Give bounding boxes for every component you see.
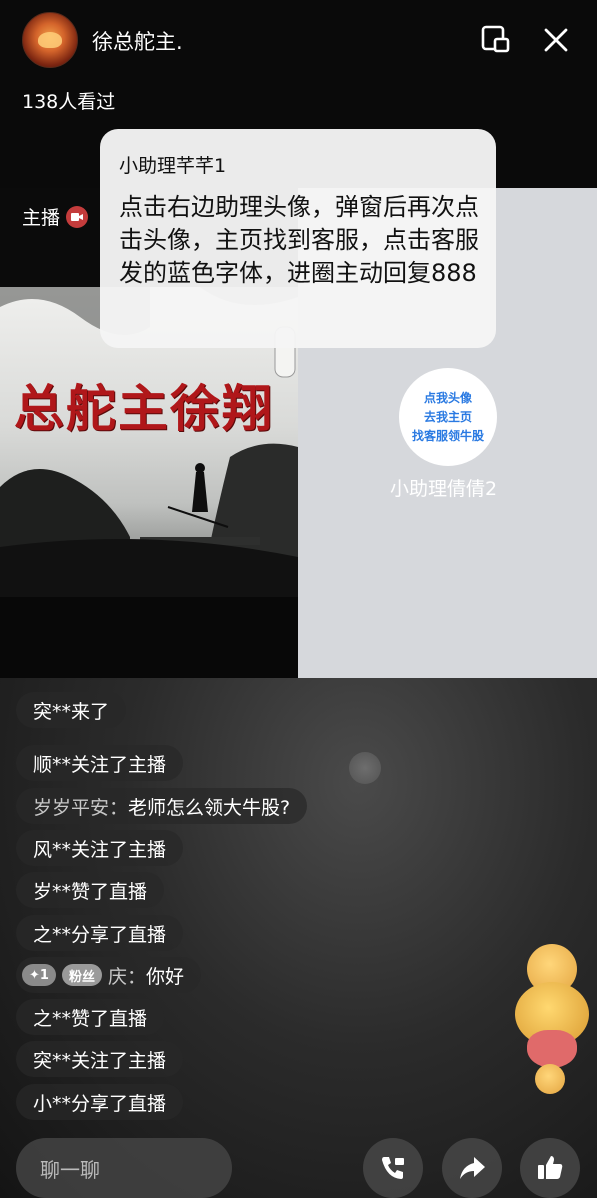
host-name[interactable]: 徐总舵主. <box>92 26 183 56</box>
chat-message[interactable]: ✦1 粉丝 庆： 你好 <box>16 957 201 993</box>
assistant-avatar-line: 去我主页 <box>423 409 472 424</box>
chat-text: 赞了直播 <box>71 880 148 903</box>
chat-user: 岁** <box>33 880 72 903</box>
bubble-message-text: 点击右边助理头像，弹窗后再次点击头像，主页找到客服，点击客服发的蓝色字体，进圈主… <box>119 193 479 287</box>
chat-text: 来了 <box>71 700 110 723</box>
assistant-avatar-line: 找客服领牛股 <box>411 428 484 443</box>
assistant-name[interactable]: 小助理倩倩2 <box>390 474 497 501</box>
like-button[interactable] <box>520 1138 580 1198</box>
chat-text: 赞了直播 <box>71 1007 148 1030</box>
floating-orb <box>349 752 381 784</box>
bubble-sender-name: 小助理芊芊1 <box>119 155 227 177</box>
call-button[interactable] <box>363 1138 423 1198</box>
chat-text: 关注了主播 <box>71 838 167 861</box>
anchor-label: 主播 <box>22 207 61 229</box>
chat-user: 突** <box>33 700 72 723</box>
chat-user: 小** <box>33 1092 72 1115</box>
chat-message[interactable]: 突** 来了 <box>16 692 127 728</box>
chat-text: 分享了直播 <box>71 1092 167 1115</box>
call-icon <box>382 1157 404 1179</box>
share-icon <box>460 1157 485 1179</box>
chat-input[interactable]: 聊一聊 <box>16 1138 232 1198</box>
chat-user: 庆： <box>107 965 146 988</box>
chat-user: 岁岁平安： <box>33 796 129 819</box>
chat-message[interactable]: 岁岁平安： 老师怎么领大牛股? <box>16 788 308 824</box>
thumbs-up-icon <box>538 1156 563 1179</box>
picture-in-picture-icon[interactable] <box>478 22 514 58</box>
poster-letterbox <box>0 597 298 678</box>
heart-icon <box>527 1030 577 1068</box>
share-button[interactable] <box>442 1138 502 1198</box>
chat-user: 突** <box>33 1049 72 1072</box>
chat-message[interactable]: 顺** 关注了主播 <box>16 745 184 781</box>
chat-user: 风** <box>33 838 72 861</box>
level-badge: ✦1 <box>22 964 56 986</box>
chat-user: 顺** <box>33 753 72 776</box>
chat-text: 你好 <box>145 965 184 988</box>
chat-text: 关注了主播 <box>71 753 167 776</box>
close-icon[interactable] <box>538 22 574 58</box>
chat-message[interactable]: 岁** 赞了直播 <box>16 872 165 908</box>
chat-user: 之** <box>33 923 72 946</box>
anchor-video-icon <box>66 205 89 228</box>
chat-message[interactable]: 风** 关注了主播 <box>16 830 184 866</box>
assistant-avatar[interactable]: 点我头像 去我主页 找客服领牛股 <box>399 368 497 466</box>
chat-message[interactable]: 之** 分享了直播 <box>16 915 184 951</box>
host-avatar[interactable] <box>22 12 78 68</box>
chat-text: 老师怎么领大牛股? <box>128 796 291 819</box>
viewer-count: 138人看过 <box>22 91 116 113</box>
assistant-avatar-line: 点我头像 <box>423 390 472 405</box>
chat-user: 之** <box>33 1007 72 1030</box>
chat-message[interactable]: 突** 关注了主播 <box>16 1041 184 1077</box>
fan-badge: 粉丝 <box>61 964 102 986</box>
anchor-tag[interactable]: 主播 <box>22 203 89 230</box>
chat-text: 分享了直播 <box>71 923 167 946</box>
chat-text: 关注了主播 <box>71 1049 167 1072</box>
emoji-reaction-icon <box>535 1064 565 1094</box>
assistant-message-bubble: 小助理芊芊1 点击右边助理头像，弹窗后再次点击头像，主页找到客服，点击客服发的蓝… <box>100 129 496 348</box>
poster-title: 总舵主徐翔 <box>14 379 274 438</box>
chat-message[interactable]: 之** 赞了直播 <box>16 999 165 1035</box>
chat-message[interactable]: 小** 分享了直播 <box>16 1084 184 1120</box>
